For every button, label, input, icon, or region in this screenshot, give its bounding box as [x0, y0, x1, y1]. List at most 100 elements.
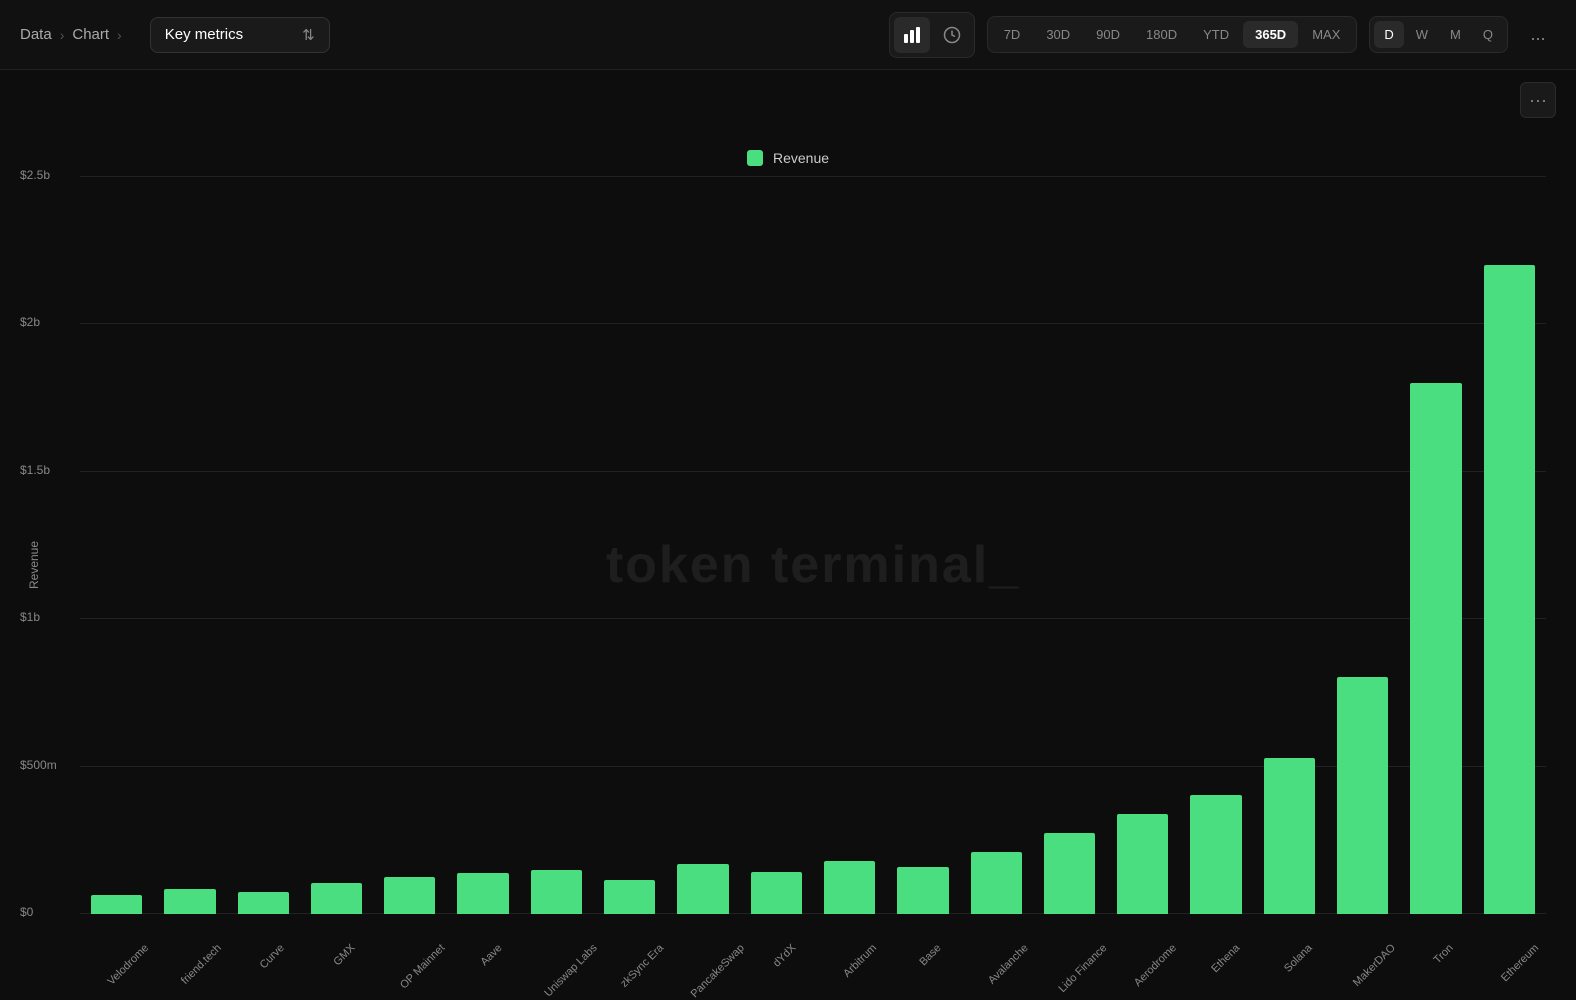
y-tick-1: $2b [20, 315, 40, 329]
bar-wrapper[interactable] [446, 176, 519, 914]
bar [1484, 265, 1535, 914]
history-icon[interactable] [934, 17, 970, 53]
x-axis-label: GMX [331, 942, 357, 968]
x-axis-label: Curve [257, 942, 286, 971]
bar-wrapper[interactable] [1326, 176, 1399, 914]
x-label-wrapper: dYdX [740, 914, 813, 954]
bar [1190, 795, 1241, 914]
x-label-wrapper: friend.tech [153, 914, 226, 954]
x-label-wrapper: Aave [446, 914, 519, 954]
bar-wrapper[interactable] [740, 176, 813, 914]
bar-wrapper[interactable] [153, 176, 226, 914]
time-180d[interactable]: 180D [1134, 21, 1189, 48]
breadcrumb-sep-2: › [117, 27, 122, 43]
breadcrumb: Data › Chart › [20, 26, 122, 43]
chart-more-button[interactable]: ··· [1520, 82, 1556, 118]
bar-wrapper[interactable] [1033, 176, 1106, 914]
time-range-group: 7D 30D 90D 180D YTD 365D MAX [987, 16, 1358, 53]
bar-wrapper[interactable] [373, 176, 446, 914]
bar [1410, 383, 1461, 914]
bar-wrapper[interactable] [300, 176, 373, 914]
time-max[interactable]: MAX [1300, 21, 1352, 48]
bar-wrapper[interactable] [1253, 176, 1326, 914]
chart-options-bar: ··· [0, 70, 1576, 130]
x-label-wrapper: Ethena [1179, 914, 1252, 954]
x-label-wrapper: PancakeSwap [666, 914, 739, 954]
time-90d[interactable]: 90D [1084, 21, 1132, 48]
x-axis-label: friend.tech [179, 942, 224, 987]
bar-wrapper[interactable] [960, 176, 1033, 914]
x-axis-label: Ethereum [1499, 942, 1541, 984]
time-365d[interactable]: 365D [1243, 21, 1298, 48]
x-axis-label: OP Mainnet [398, 942, 447, 991]
bar-wrapper[interactable] [80, 176, 153, 914]
interval-w[interactable]: W [1406, 21, 1438, 48]
legend-label-revenue: Revenue [773, 150, 829, 166]
bar-wrapper[interactable] [227, 176, 300, 914]
chart-container: Revenue Revenue token terminal_ $2.5b $2… [0, 130, 1576, 954]
bar-wrapper[interactable] [520, 176, 593, 914]
bar-wrapper[interactable] [593, 176, 666, 914]
bar [311, 883, 362, 914]
x-label-wrapper: Uniswap Labs [520, 914, 593, 954]
bar [1044, 833, 1095, 914]
bar [384, 877, 435, 914]
bar-wrapper[interactable] [1179, 176, 1252, 914]
x-axis-label: Lido Finance [1056, 942, 1109, 995]
bar-wrapper[interactable] [1106, 176, 1179, 914]
time-ytd[interactable]: YTD [1191, 21, 1241, 48]
bar [164, 889, 215, 914]
chart-inner: token terminal_ $2.5b $2b $1.5b $1b $500… [80, 176, 1546, 954]
chart-legend: Revenue [20, 150, 1556, 166]
bar-wrapper[interactable] [813, 176, 886, 914]
bar-chart-icon[interactable] [894, 17, 930, 53]
interval-d[interactable]: D [1374, 21, 1403, 48]
bar-wrapper[interactable] [1399, 176, 1472, 914]
breadcrumb-data[interactable]: Data [20, 26, 52, 43]
x-axis-label: Uniswap Labs [542, 942, 599, 999]
x-label-wrapper: OP Mainnet [373, 914, 446, 954]
x-label-wrapper: Solana [1253, 914, 1326, 954]
bar [604, 880, 655, 914]
x-label-wrapper: Ethereum [1473, 914, 1546, 954]
x-label-wrapper: Curve [227, 914, 300, 954]
time-7d[interactable]: 7D [992, 21, 1033, 48]
y-tick-3: $1b [20, 610, 40, 624]
breadcrumb-sep-1: › [60, 27, 65, 43]
bar [897, 867, 948, 914]
chart-type-group [889, 12, 975, 58]
more-options-button[interactable]: ... [1520, 17, 1556, 53]
bar-wrapper[interactable] [1473, 176, 1546, 914]
y-tick-2: $1.5b [20, 463, 50, 477]
key-metrics-dropdown[interactable]: Key metrics ⇅ [150, 17, 330, 53]
interval-m[interactable]: M [1440, 21, 1471, 48]
x-axis-label: Aerodrome [1132, 942, 1179, 989]
top-bar: Data › Chart › Key metrics ⇅ 7D 30D 90D … [0, 0, 1576, 70]
x-label-wrapper: Avalanche [960, 914, 1033, 954]
x-label-wrapper: zkSync Era [593, 914, 666, 954]
bar [971, 852, 1022, 914]
x-axis-label: Ethena [1209, 942, 1242, 975]
x-labels: Velodromefriend.techCurveGMXOP MainnetAa… [80, 914, 1546, 954]
breadcrumb-chart[interactable]: Chart [72, 26, 109, 43]
x-axis-label: PancakeSwap [688, 942, 746, 1000]
x-label-wrapper: GMX [300, 914, 373, 954]
bar [531, 870, 582, 914]
x-label-wrapper: Velodrome [80, 914, 153, 954]
x-label-wrapper: Tron [1399, 914, 1472, 954]
x-label-wrapper: Lido Finance [1033, 914, 1106, 954]
x-axis-label: Base [918, 942, 944, 968]
legend-color-revenue [747, 150, 763, 166]
chevron-icon: ⇅ [302, 26, 315, 44]
bar-wrapper[interactable] [666, 176, 739, 914]
chart-main: Revenue token terminal_ $2.5b $2b $1.5b … [20, 176, 1556, 954]
interval-q[interactable]: Q [1473, 21, 1503, 48]
x-axis-label: zkSync Era [618, 942, 666, 990]
x-axis-label: Tron [1431, 942, 1455, 966]
bar-wrapper[interactable] [886, 176, 959, 914]
time-30d[interactable]: 30D [1034, 21, 1082, 48]
bar [1117, 814, 1168, 914]
x-axis-label: MakerDAO [1351, 942, 1398, 989]
x-label-wrapper: MakerDAO [1326, 914, 1399, 954]
bar [751, 872, 802, 914]
